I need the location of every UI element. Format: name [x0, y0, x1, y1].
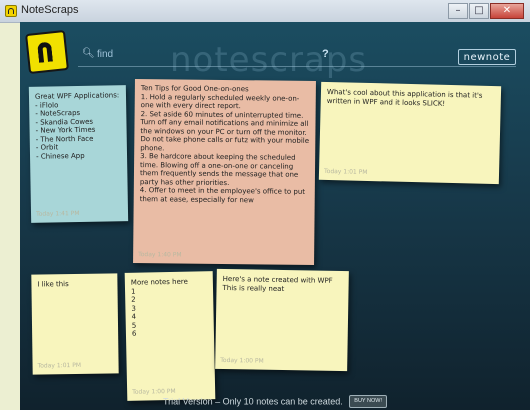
search-underline [78, 66, 516, 67]
note-card[interactable]: More notes here 1 2 3 4 5 6 Today 1:00 P… [124, 271, 216, 401]
window-title: NoteScraps [21, 4, 79, 16]
maximize-button[interactable]: □ [469, 3, 489, 19]
note-timestamp: Today 1:01 PM [323, 167, 368, 176]
note-body[interactable]: More notes here 1 2 3 4 5 6 [131, 277, 208, 338]
buy-now-button[interactable]: BUY NOW! [349, 395, 387, 409]
trial-banner: Trial Version – Only 10 notes can be cre… [20, 392, 530, 410]
close-button[interactable]: ✕ [490, 3, 524, 19]
note-body[interactable]: Ten Tips for Good One-on-ones 1. Hold a … [140, 84, 310, 205]
window-controls: – □ ✕ [448, 3, 524, 19]
notes-board: notescraps 🔍︎ ? newnote Great WPF Applic… [20, 22, 530, 410]
notescraps-window: NoteScraps – □ ✕ notescraps 🔍︎ ? newnote… [0, 0, 530, 410]
note-body[interactable]: Here's a note created with WPF This is r… [222, 275, 342, 294]
note-card[interactable]: Ten Tips for Good One-on-ones 1. Hold a … [133, 79, 316, 265]
note-body[interactable]: What's cool about this application is th… [327, 88, 495, 109]
trial-text: Trial Version – Only 10 notes can be cre… [162, 396, 343, 407]
note-body[interactable]: I like this [37, 279, 111, 289]
search-icon: 🔍︎ [82, 48, 95, 59]
minimize-button[interactable]: – [448, 3, 468, 19]
app-icon [5, 5, 17, 17]
note-card[interactable]: What's cool about this application is th… [318, 81, 502, 185]
note-timestamp: Today 1:00 PM [220, 356, 264, 365]
title-bar[interactable]: NoteScraps – □ ✕ [0, 0, 530, 23]
note-body[interactable]: Great WPF Applications: - iFlolo - NoteS… [35, 91, 121, 160]
note-timestamp: Today 1:41 PM [35, 209, 80, 218]
newnote-button[interactable]: newnote [458, 49, 516, 65]
help-button[interactable]: ? [322, 48, 329, 60]
note-timestamp: Today 1:01 PM [37, 361, 82, 370]
note-card[interactable]: I like this Today 1:01 PM [31, 273, 119, 375]
note-timestamp: Today 1:40 PM [138, 251, 182, 259]
note-card[interactable]: Great WPF Applications: - iFlolo - NoteS… [28, 85, 129, 223]
note-card[interactable]: Here's a note created with WPF This is r… [215, 268, 349, 372]
notescraps-logo [25, 30, 69, 74]
search-input[interactable] [95, 46, 319, 62]
